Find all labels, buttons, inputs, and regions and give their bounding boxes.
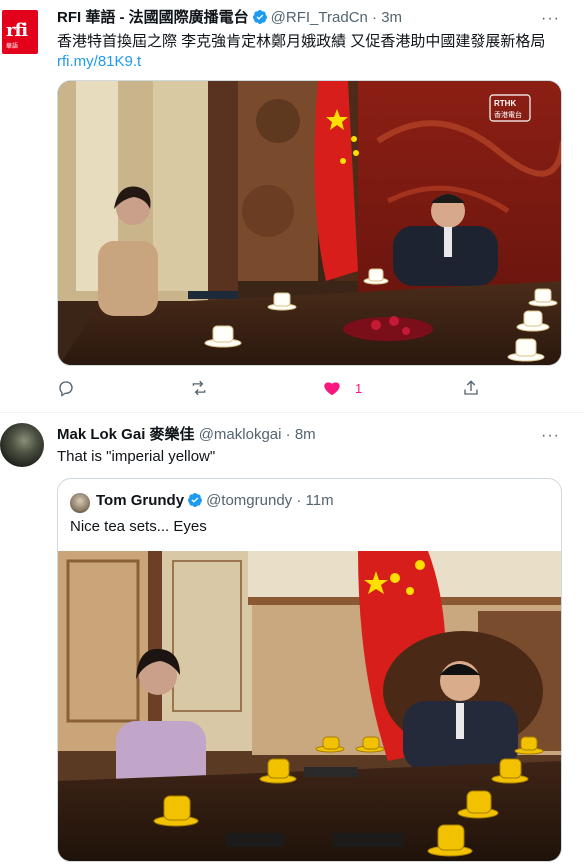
meeting-photo-image: RTHK 香港電台 (58, 81, 561, 365)
timestamp[interactable]: 8m (295, 426, 316, 443)
rfi-logo-text: rfi (6, 20, 28, 41)
author-name[interactable]: RFI 華語 - 法國國際廣播電台 (57, 9, 249, 26)
more-options-icon[interactable]: ··· (541, 427, 560, 445)
quoted-tweet-card[interactable]: Tom Grundy @tomgrundy · 11m Nice tea sets… (57, 478, 562, 862)
rfi-avatar[interactable]: rfi 華語 (2, 10, 38, 54)
author-handle[interactable]: @maklokgai (199, 426, 282, 443)
more-options-icon[interactable]: ··· (541, 10, 560, 28)
verified-badge-icon (188, 493, 203, 507)
author-name[interactable]: Mak Lok Gai 麥樂佳 (57, 426, 195, 443)
like-count: 1 (355, 380, 363, 396)
rthk-watermark-sub: 香港電台 (494, 110, 522, 119)
verified-badge-icon (252, 10, 267, 24)
quoted-author-name: Tom Grundy (96, 492, 185, 509)
separator-dot: · (296, 492, 302, 509)
tweet-photo[interactable]: RTHK 香港電台 (57, 80, 562, 366)
tweet-text: That is "imperial yellow" (57, 448, 216, 465)
quoted-timestamp: 11m (305, 492, 334, 509)
tweet-rfi[interactable]: rfi 華語 RFI 華語 - 法國國際廣播電台 @RFI_TradCn · 3m… (0, 0, 584, 412)
reply-icon (59, 381, 73, 397)
heart-filled-icon (324, 382, 340, 396)
like-button[interactable]: 1 (323, 376, 362, 400)
meeting-photo-image (58, 551, 561, 861)
share-button[interactable] (462, 376, 480, 400)
retweet-icon (192, 380, 206, 396)
separator-dot: · (372, 9, 378, 26)
tweet-action-bar: 1 (57, 376, 487, 400)
quoted-tweet-header: Tom Grundy @tomgrundy · 11m (96, 491, 334, 511)
tweet-header: Mak Lok Gai 麥樂佳 @maklokgai · 8m (57, 425, 544, 445)
quoted-author-handle: @tomgrundy (206, 492, 293, 509)
timestamp[interactable]: 3m (381, 9, 402, 26)
quoted-author-avatar (70, 493, 90, 513)
tweet-link[interactable]: rfi.my/81K9.t (57, 53, 141, 70)
tweet-text: 香港特首換屆之際 李克強肯定林鄭月娥政績 又促香港助中國建發展新格局 rfi.m… (57, 32, 568, 72)
reply-button[interactable] (57, 376, 75, 400)
quoted-tweet-photo[interactable] (58, 551, 561, 861)
retweet-button[interactable] (190, 376, 208, 400)
rthk-watermark: RTHK (494, 99, 516, 108)
separator-dot: · (285, 426, 291, 443)
tweet-body: 香港特首換屆之際 李克強肯定林鄭月娥政績 又促香港助中國建發展新格局 (57, 33, 546, 50)
maklokgai-avatar[interactable] (0, 423, 44, 467)
tweet-header: RFI 華語 - 法國國際廣播電台 @RFI_TradCn · 3m (57, 8, 544, 28)
author-handle[interactable]: @RFI_TradCn (271, 9, 368, 26)
quoted-tweet-text: Nice tea sets... Eyes (70, 518, 207, 535)
rfi-logo-subtext: 華語 (6, 44, 19, 50)
share-icon (464, 380, 478, 395)
